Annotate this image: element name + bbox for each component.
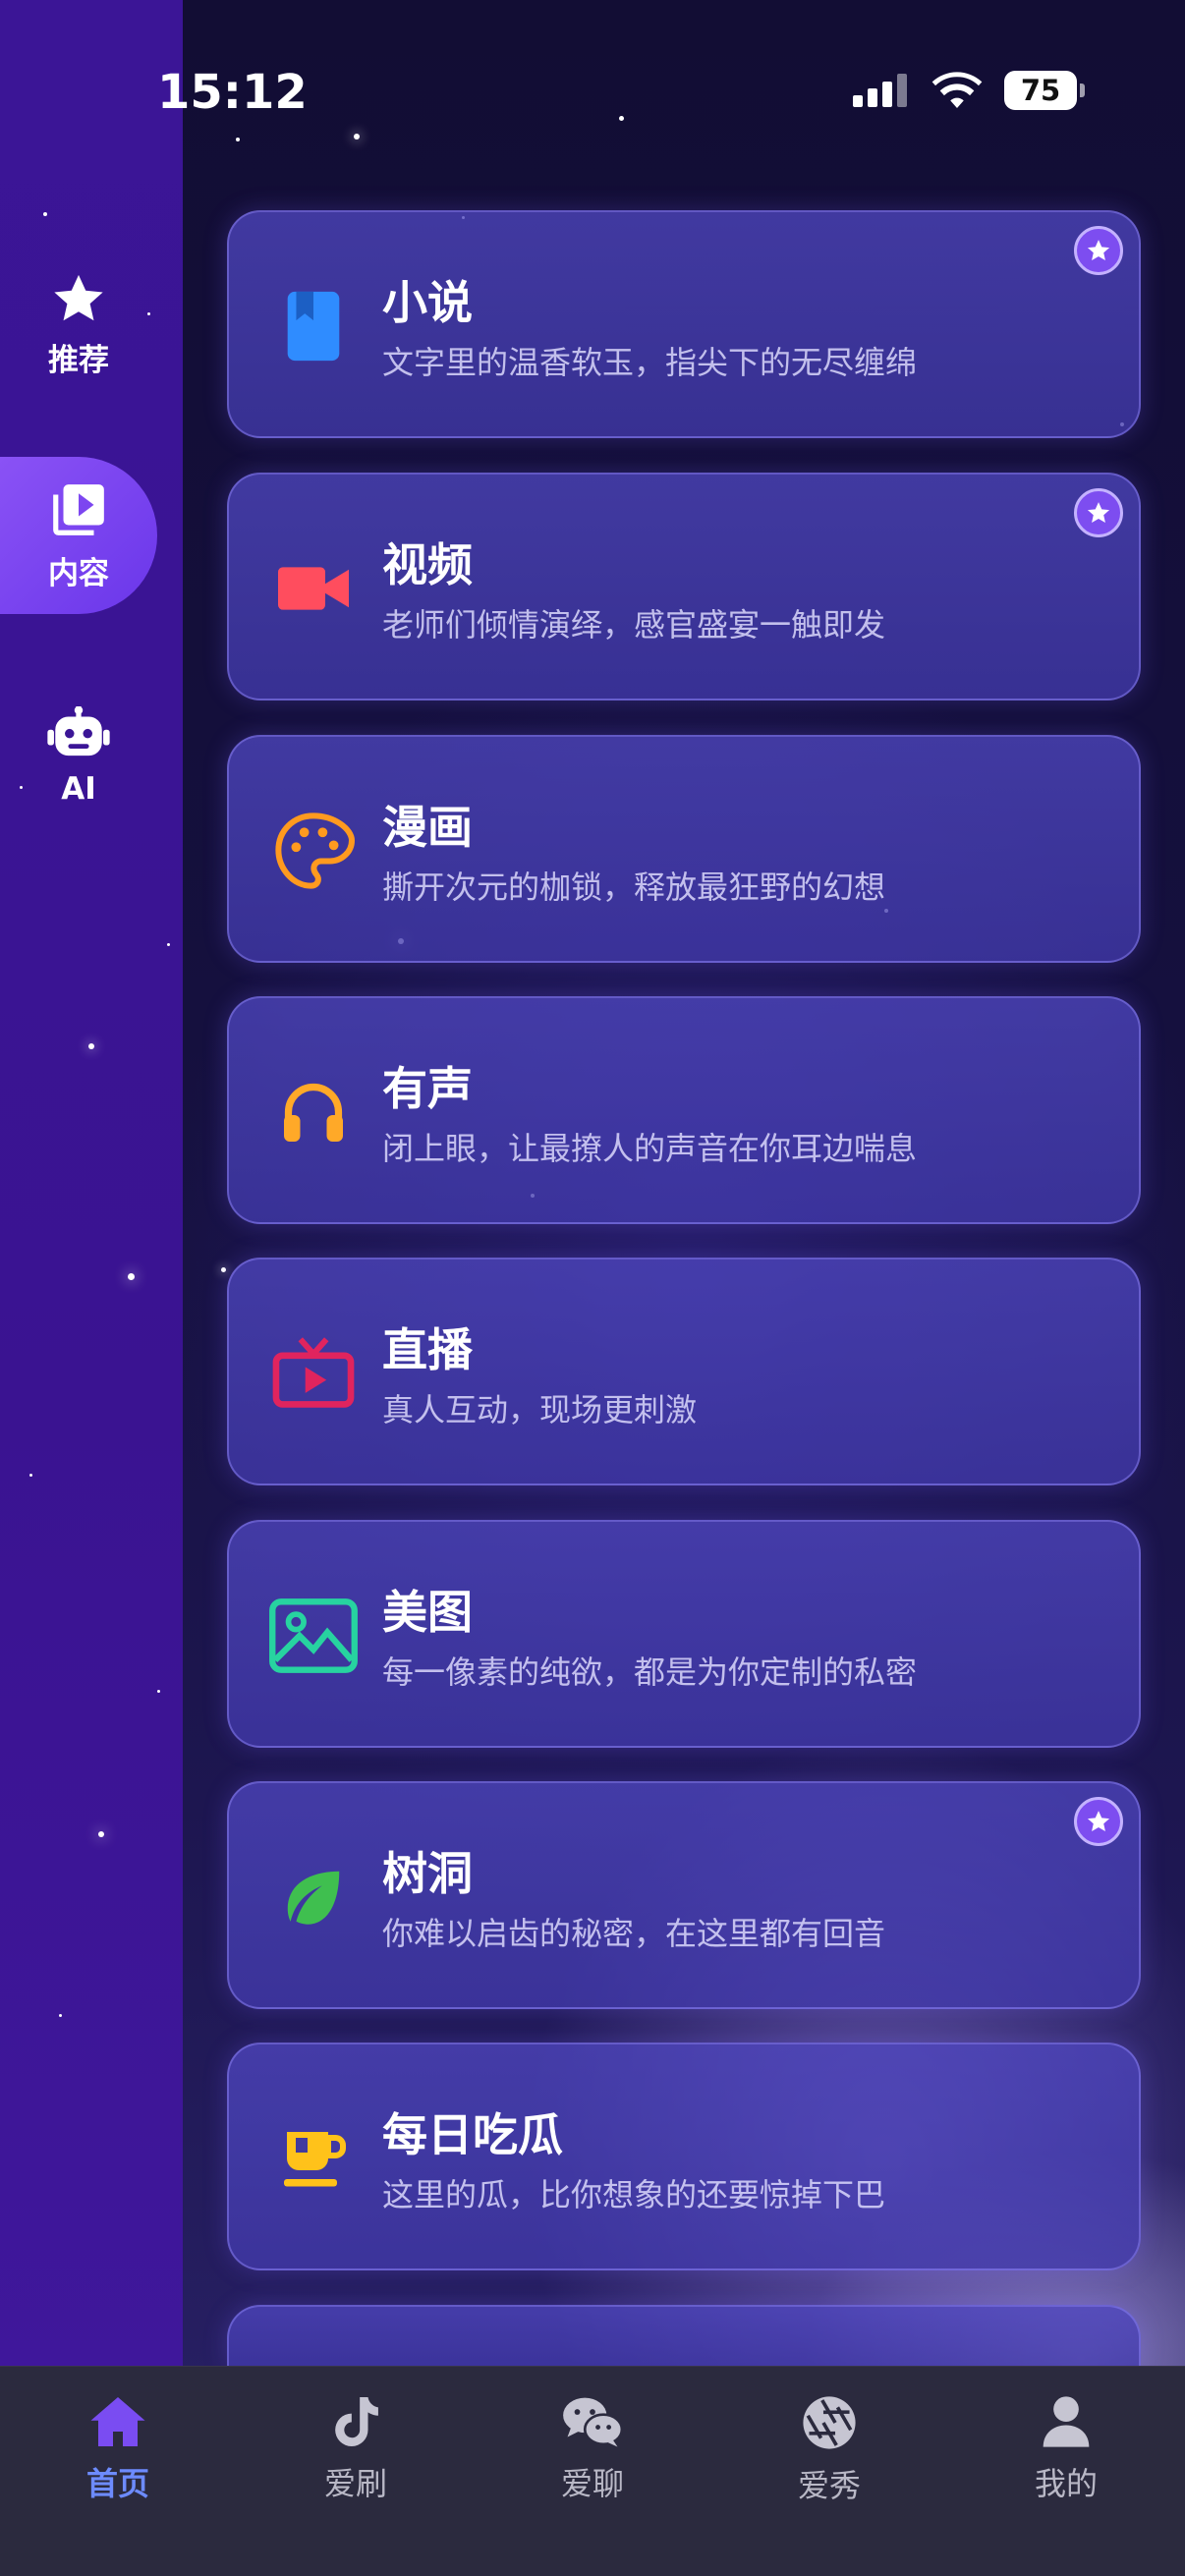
card-title: 树洞: [382, 1847, 473, 1900]
star-icon: [1087, 1811, 1110, 1831]
featured-badge: [1074, 1797, 1123, 1846]
sidebar-item-ai[interactable]: AI: [0, 678, 157, 835]
category-card-audio[interactable]: 有声 闭上眼，让最撩人的声音在你耳边喘息: [227, 996, 1141, 1224]
tiktok-icon: [335, 2397, 378, 2446]
card-title: 小说: [382, 276, 473, 329]
category-card-video[interactable]: 视频 老师们倾情演绎，感官盛宴一触即发: [227, 473, 1141, 700]
sidebar-item-label: AI: [61, 771, 96, 807]
battery-indicator: 75: [1004, 71, 1085, 110]
status-time: 15:12: [157, 65, 308, 120]
card-description: 每一像素的纯欲，都是为你定制的私密: [382, 1653, 918, 1691]
card-title: 每日吃瓜: [382, 2108, 563, 2161]
category-sidebar: 推荐 内容 AI: [0, 0, 183, 2366]
aperture-icon: [803, 2396, 856, 2449]
tab-label: 爱秀: [797, 2467, 861, 2504]
app-screen: 推荐 内容 AI 15:12 75 小说 文字里的温香软玉，指尖下的无尽缠绵 视…: [0, 0, 1185, 2576]
tab-home[interactable]: 首页: [39, 2394, 197, 2512]
sidebar-item-label: 推荐: [48, 342, 109, 378]
tab-chat[interactable]: 爱聊: [514, 2394, 671, 2512]
tab-label: 爱刷: [323, 2465, 387, 2502]
video-camera-icon: [278, 567, 349, 610]
tab-browse[interactable]: 爱刷: [277, 2394, 434, 2512]
leaf-icon: [287, 1871, 340, 1925]
category-card-photos[interactable]: 美图 每一像素的纯欲，都是为你定制的私密: [227, 1520, 1141, 1748]
tab-label: 首页: [85, 2465, 149, 2502]
battery-level: 75: [1020, 74, 1061, 107]
card-description: 文字里的温香软玉，指尖下的无尽缠绵: [382, 344, 918, 381]
status-indicators: 75: [853, 71, 1085, 110]
card-title: 漫画: [382, 801, 473, 854]
card-description: 你难以启齿的秘密，在这里都有回音: [382, 1915, 886, 1952]
card-title: 有声: [382, 1062, 473, 1115]
category-card-novel[interactable]: 小说 文字里的温香软玉，指尖下的无尽缠绵: [227, 210, 1141, 438]
video-library-icon: [53, 483, 104, 535]
category-card-live[interactable]: 直播 真人互动，现场更刺激: [227, 1258, 1141, 1485]
featured-badge: [1074, 488, 1123, 537]
card-title: 直播: [382, 1323, 473, 1376]
card-description: 撕开次元的枷锁，释放最狂野的幻想: [382, 868, 886, 906]
category-card-comics[interactable]: 漫画 撕开次元的枷锁，释放最狂野的幻想: [227, 735, 1141, 963]
card-description: 真人互动，现场更刺激: [382, 1391, 698, 1428]
tab-label: 我的: [1034, 2465, 1098, 2502]
signal-icon: [853, 74, 907, 107]
live-tv-icon: [272, 1337, 355, 1408]
card-description: 老师们倾情演绎，感官盛宴一触即发: [382, 606, 886, 644]
card-description: 这里的瓜，比你想象的还要惊掉下巴: [382, 2176, 886, 2213]
card-description: 闭上眼，让最撩人的声音在你耳边喘息: [382, 1130, 918, 1167]
tab-show[interactable]: 爱秀: [751, 2394, 908, 2512]
tab-label: 爱聊: [560, 2465, 624, 2502]
coffee-cup-icon: [284, 2132, 346, 2187]
featured-badge: [1074, 226, 1123, 275]
sidebar-item-label: 内容: [48, 555, 109, 591]
star-icon: [1087, 240, 1110, 260]
wechat-icon: [563, 2397, 623, 2447]
star-icon: [54, 274, 103, 320]
person-icon: [1043, 2396, 1090, 2447]
sidebar-item-content[interactable]: 内容: [0, 457, 157, 614]
star-icon: [1087, 502, 1110, 523]
tab-profile[interactable]: 我的: [988, 2394, 1145, 2512]
home-icon: [90, 2397, 145, 2446]
palette-icon: [275, 812, 356, 889]
category-card-gossip[interactable]: 每日吃瓜 这里的瓜，比你想象的还要惊掉下巴: [227, 2043, 1141, 2270]
image-icon: [269, 1598, 358, 1673]
robot-icon: [47, 706, 110, 756]
category-card-treehole[interactable]: 树洞 你难以启齿的秘密，在这里都有回音: [227, 1781, 1141, 2009]
sidebar-item-recommend[interactable]: 推荐: [0, 246, 157, 403]
category-card-partial[interactable]: [227, 2305, 1141, 2366]
wifi-icon: [931, 72, 983, 108]
card-title: 美图: [382, 1586, 473, 1639]
headphones-icon: [284, 1083, 343, 1142]
book-icon: [287, 291, 340, 362]
bottom-tab-bar: 首页 爱刷 爱聊 爱秀 我的: [0, 2366, 1185, 2576]
card-title: 视频: [382, 538, 473, 591]
